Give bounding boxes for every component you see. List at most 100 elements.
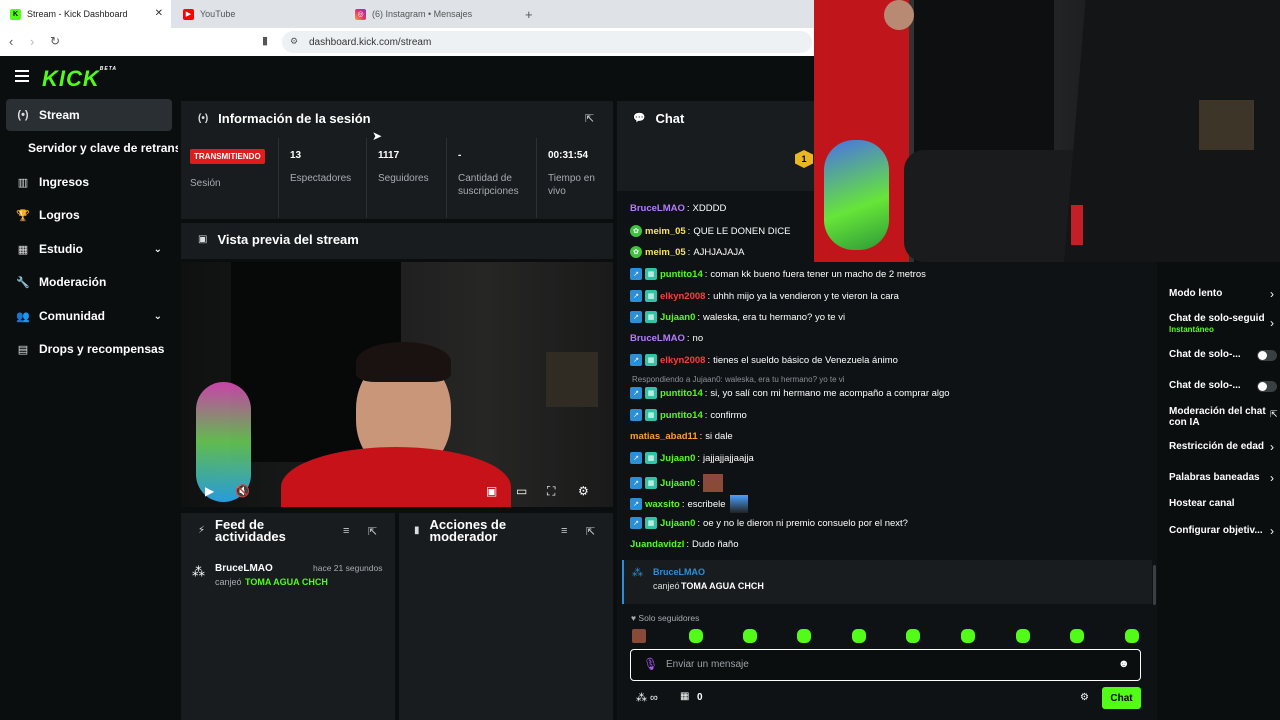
emote-icon[interactable] (961, 629, 975, 643)
toggle-switch[interactable] (1257, 350, 1277, 361)
reload-icon[interactable]: ↻ (50, 34, 60, 48)
points-icon[interactable]: ⁂ ∞ (636, 691, 658, 704)
bookmark-icon[interactable]: ▮ (262, 34, 268, 47)
chat-message: ↗ ▦ Jujaan0: oe y no le dieron ni premio co… (630, 517, 908, 529)
popout-icon[interactable]: ⇱ (368, 525, 377, 538)
webcam-red-bottle (1071, 205, 1083, 245)
chat-username[interactable]: elkyn2008 (660, 355, 705, 366)
stream-preview-video[interactable] (181, 262, 613, 507)
sidebar-item-comunidad[interactable]: 👥 Comunidad ⌄ (6, 300, 172, 332)
pip-icon[interactable]: ▣ (486, 484, 497, 498)
chat-username[interactable]: Jujaan0 (660, 518, 695, 529)
chat-scrollbar[interactable] (1153, 565, 1156, 605)
chat-username[interactable]: Jujaan0 (660, 312, 695, 323)
sidebar-item-stream[interactable]: (•) Stream (6, 99, 172, 131)
url-field[interactable]: dashboard.kick.com/stream (282, 31, 812, 53)
back-icon[interactable]: ‹ (9, 34, 13, 49)
chat-username[interactable]: BruceLMAO (630, 333, 685, 344)
chat-text: escribele (687, 498, 726, 510)
chat-username[interactable]: meim_05 (645, 247, 686, 258)
theater-icon[interactable]: ▭ (516, 484, 527, 498)
chat-username[interactable]: matias_abad11 (630, 431, 698, 442)
chevron-right-icon[interactable]: › (1270, 471, 1274, 485)
setting-label: Chat de solo-... (1169, 349, 1241, 360)
forward-icon[interactable]: › (30, 34, 34, 49)
chevron-right-icon[interactable]: › (1270, 440, 1274, 454)
browser-tab-instagram[interactable]: ◎ (6) Instagram • Mensajes (345, 0, 515, 28)
filter-icon[interactable]: ≡ (561, 525, 567, 537)
external-link-icon[interactable]: ⇱ (1270, 409, 1278, 420)
setting-item[interactable]: Chat de solo-... (1169, 380, 1269, 391)
chat-username[interactable]: meim_05 (645, 226, 686, 237)
chat-username[interactable]: Jujaan0 (660, 478, 695, 489)
activity-action: canjeó (215, 577, 242, 587)
setting-item[interactable]: Restricción de edad (1169, 441, 1269, 452)
setting-item[interactable]: Palabras baneadas (1169, 472, 1269, 483)
setting-item[interactable]: Moderación del chat con IA (1169, 406, 1269, 428)
emote-icon[interactable] (906, 629, 920, 643)
setting-item[interactable]: Chat de solo-seguid Instantáneo (1169, 313, 1269, 335)
setting-item[interactable]: Chat de solo-... (1169, 349, 1269, 360)
emote-icon[interactable] (1070, 629, 1084, 643)
kick-logo[interactable]: KICKBETA (42, 66, 117, 92)
emote-icon[interactable] (689, 629, 703, 643)
setting-item[interactable]: Modo lento (1169, 288, 1269, 299)
chat-username[interactable]: elkyn2008 (660, 291, 705, 302)
send-chat-button[interactable]: Chat (1102, 687, 1141, 709)
chevron-right-icon[interactable]: › (1270, 316, 1274, 330)
emote-icon[interactable] (632, 629, 646, 643)
sidebar-item-logros[interactable]: 🏆 Logros (6, 199, 172, 231)
menu-icon[interactable] (15, 70, 29, 85)
fullscreen-icon[interactable]: ⛶ (547, 484, 555, 499)
chat-message: BruceLMAO: XDDDD (630, 203, 726, 214)
sidebar-item-estudio[interactable]: ▦ Estudio ⌄ (6, 233, 172, 265)
chat-username[interactable]: puntito14 (660, 410, 703, 421)
chat-username[interactable]: puntito14 (660, 388, 703, 399)
sidebar-item-moderacion[interactable]: 🔧 Moderación (6, 266, 172, 298)
emote-icon[interactable] (743, 629, 757, 643)
browser-tab-youtube[interactable]: ▶ YouTube (173, 0, 343, 28)
emote-icon[interactable] (1125, 629, 1139, 643)
verified-badge-icon: ↗ (630, 268, 642, 280)
setting-label: Restricción de edad (1169, 441, 1265, 452)
chevron-right-icon[interactable]: › (1270, 287, 1274, 301)
screen-icon: ▣ (198, 234, 208, 245)
toggle-switch[interactable] (1257, 381, 1277, 392)
panel-title-text: Información de la sesión (218, 111, 371, 126)
store-icon[interactable]: ▦ (680, 691, 689, 702)
sidebar-item-ingresos[interactable]: ▥ Ingresos (6, 166, 172, 198)
chat-username[interactable]: Jujaan0 (660, 453, 695, 464)
emote-icon[interactable] (797, 629, 811, 643)
emote-icon[interactable] (1016, 629, 1030, 643)
chat-username[interactable]: Juandavidzl (630, 539, 684, 550)
filter-icon[interactable]: ≡ (343, 525, 349, 537)
chat-settings-icon[interactable]: ⚙ (1080, 692, 1089, 703)
new-tab-icon[interactable]: + (515, 0, 543, 28)
setting-label: Chat de solo-... (1169, 380, 1241, 391)
browser-tab-kick[interactable]: K Stream - Kick Dashboard ✕ (0, 0, 171, 28)
sidebar-item-server-key[interactable]: Servidor y clave de retransmisión (18, 132, 178, 164)
setting-item[interactable]: Configurar objetiv... (1169, 525, 1269, 536)
chat-username[interactable]: BruceLMAO (630, 203, 685, 214)
emote-icon[interactable] (852, 629, 866, 643)
popout-icon[interactable]: ⇱ (586, 525, 595, 538)
sidebar-item-label: Moderación (39, 275, 107, 289)
chat-message: ↗ ▦ Jujaan0: jajjajjajjaajja (630, 452, 754, 464)
close-tab-icon[interactable]: ✕ (155, 8, 163, 19)
chat-username[interactable]: puntito14 (660, 269, 703, 280)
popout-icon[interactable]: ⇱ (585, 112, 594, 125)
chevron-right-icon[interactable]: › (1270, 524, 1274, 538)
chat-username[interactable]: waxsito (645, 499, 680, 510)
redeem-user[interactable]: BruceLMAO (653, 567, 705, 577)
site-info-icon[interactable]: ⚙ (290, 36, 298, 47)
play-icon[interactable]: ▶ (205, 484, 214, 498)
setting-item[interactable]: Hostear canal (1169, 498, 1269, 509)
mic-icon[interactable]: 🎙 (643, 657, 658, 671)
emoji-icon[interactable]: ☻ (1118, 658, 1130, 670)
mute-icon[interactable]: 🔇 (235, 484, 250, 498)
chat-colon: : (697, 477, 701, 489)
settings-gear-icon[interactable]: ⚙ (578, 484, 589, 498)
sidebar-item-drops[interactable]: ▤ Drops y recompensas (6, 333, 172, 365)
chat-message: ↗ waxsito: escribele (630, 495, 748, 513)
chat-title: 💬 Chat (633, 111, 684, 126)
